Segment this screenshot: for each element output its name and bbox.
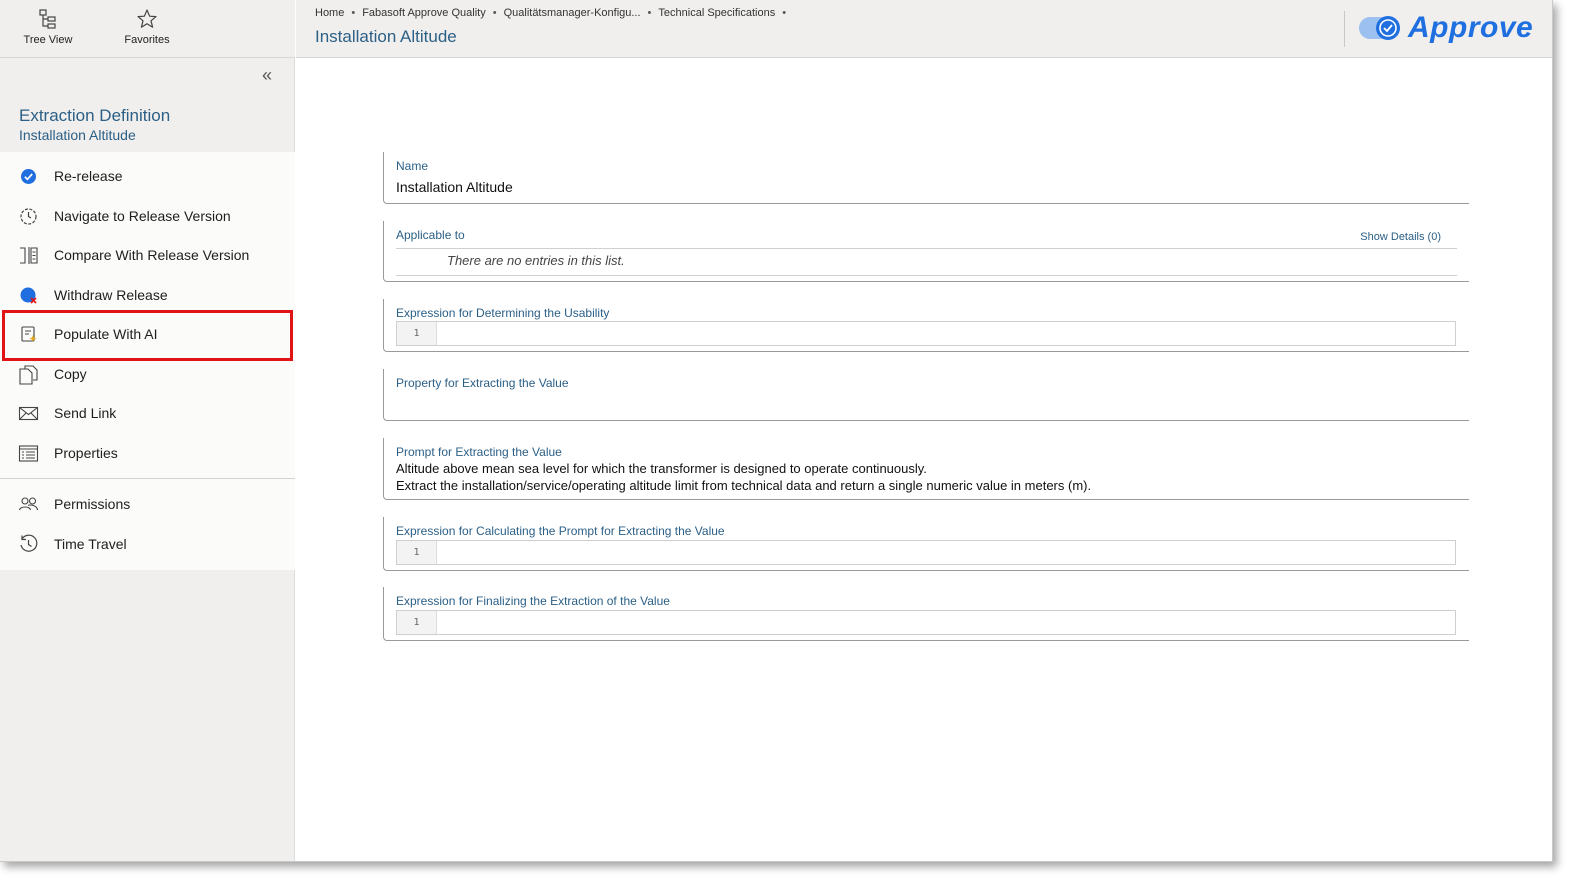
- code-editor-prompt-calc[interactable]: 1: [396, 540, 1456, 565]
- favorites-label: Favorites: [124, 34, 170, 46]
- time-travel-icon: [20, 534, 38, 552]
- compare-icon: [20, 247, 38, 264]
- collapse-sidebar-button[interactable]: «: [256, 66, 278, 86]
- list-divider: [396, 248, 1457, 249]
- action-properties[interactable]: Properties: [0, 434, 295, 472]
- sidebar: Tree View Favorites « Extraction Definit…: [0, 0, 295, 861]
- code-editor-finalize[interactable]: 1: [396, 610, 1456, 635]
- action-withdraw-release[interactable]: Withdraw Release: [0, 276, 295, 314]
- code-editor-usability[interactable]: 1: [396, 321, 1456, 346]
- action-label: Properties: [54, 445, 118, 461]
- action-populate-with-ai[interactable]: Populate With AI: [0, 315, 295, 353]
- clock-navigate-icon: [20, 208, 37, 225]
- action-label: Re-release: [54, 168, 123, 184]
- breadcrumb-home[interactable]: Home: [315, 7, 344, 19]
- action-label: Time Travel: [54, 536, 127, 552]
- breadcrumb-separator: •: [351, 7, 356, 19]
- line-number: 1: [397, 541, 437, 564]
- prompt-line: Extract the installation/service/operati…: [396, 478, 1092, 493]
- field-finalize-expression: Expression for Finalizing the Extraction…: [383, 587, 1469, 641]
- check-circle-icon: [21, 169, 36, 184]
- field-property-extract[interactable]: Property for Extracting the Value: [383, 369, 1469, 421]
- field-label: Expression for Determining the Usability: [396, 306, 610, 320]
- action-label: Navigate to Release Version: [54, 208, 231, 224]
- field-prompt-calc-expression: Expression for Calculating the Prompt fo…: [383, 517, 1469, 571]
- breadcrumb-separator: •: [782, 7, 787, 19]
- field-prompt-extract[interactable]: Prompt for Extracting the Value Altitude…: [383, 438, 1469, 500]
- prompt-line: Altitude above mean sea level for which …: [396, 461, 927, 476]
- breadcrumb-separator: •: [492, 7, 497, 19]
- action-permissions[interactable]: Permissions: [0, 485, 295, 523]
- properties-icon: [18, 445, 39, 462]
- people-icon: [18, 497, 39, 511]
- sidebar-top-bar: Tree View Favorites: [0, 0, 295, 58]
- action-navigate-release-version[interactable]: Navigate to Release Version: [0, 197, 295, 235]
- field-label: Prompt for Extracting the Value: [396, 445, 562, 459]
- breadcrumb: Home • Fabasoft Approve Quality • Qualitätsm…: [315, 7, 793, 19]
- line-number: 1: [397, 611, 437, 634]
- field-label: Expression for Calculating the Prompt fo…: [396, 524, 725, 538]
- logo-divider: [1344, 11, 1345, 47]
- header: Home • Fabasoft Approve Quality • Qualitätsm…: [296, 0, 1552, 58]
- tree-view-icon: [39, 9, 56, 29]
- prompt-text: Altitude above mean sea level for which …: [396, 460, 1091, 494]
- approve-logo[interactable]: Approve: [1358, 10, 1538, 46]
- favorites-button[interactable]: Favorites: [107, 6, 187, 52]
- approve-logo-text: Approve: [1408, 11, 1534, 44]
- page-title: Installation Altitude: [315, 27, 457, 46]
- field-label: Name: [396, 159, 429, 173]
- field-name[interactable]: Name Installation Altitude: [383, 152, 1469, 204]
- action-label: Populate With AI: [54, 326, 158, 342]
- action-list: Re-release Navigate to Release Version C…: [0, 152, 295, 570]
- action-copy[interactable]: Copy: [0, 355, 295, 393]
- action-label: Send Link: [54, 405, 117, 421]
- action-compare-release-version[interactable]: Compare With Release Version: [0, 236, 295, 274]
- field-label: Property for Extracting the Value: [396, 376, 569, 390]
- action-label: Permissions: [54, 496, 131, 512]
- action-label: Copy: [54, 366, 87, 382]
- field-value: Installation Altitude: [396, 179, 513, 195]
- tree-view-label: Tree View: [23, 34, 73, 46]
- field-usability-expression: Expression for Determining the Usability…: [383, 299, 1469, 352]
- action-time-travel[interactable]: Time Travel: [0, 525, 295, 563]
- empty-list-text: There are no entries in this list.: [447, 253, 625, 268]
- line-number: 1: [397, 322, 437, 345]
- show-details-link[interactable]: Show Details (0): [1360, 231, 1441, 243]
- field-applicable-to[interactable]: Applicable to Show Details (0) There are…: [383, 221, 1469, 282]
- tree-view-button[interactable]: Tree View: [8, 6, 88, 52]
- breadcrumb-separator: •: [647, 7, 652, 19]
- withdraw-icon: [20, 287, 37, 304]
- app-window: Tree View Favorites « Extraction Definit…: [0, 0, 1553, 862]
- object-header: Extraction Definition Installation Altit…: [19, 106, 170, 143]
- action-divider: [0, 478, 295, 479]
- ai-populate-icon: [21, 326, 37, 342]
- breadcrumb-fabasoft-approve-quality[interactable]: Fabasoft Approve Quality: [362, 7, 486, 19]
- breadcrumb-technical-specifications[interactable]: Technical Specifications: [658, 7, 775, 19]
- copy-icon: [19, 365, 38, 385]
- action-label: Withdraw Release: [54, 287, 168, 303]
- object-type: Extraction Definition: [19, 106, 171, 125]
- action-send-link[interactable]: Send Link: [0, 394, 295, 432]
- envelope-icon: [18, 406, 39, 421]
- star-icon: [137, 9, 157, 28]
- action-label: Compare With Release Version: [54, 247, 250, 263]
- approve-logo-icon: [1359, 16, 1400, 40]
- field-label: Applicable to: [396, 228, 465, 242]
- object-name: Installation Altitude: [19, 127, 136, 143]
- field-label: Expression for Finalizing the Extraction…: [396, 594, 670, 608]
- breadcrumb-qualitaetsmanager[interactable]: Qualitätsmanager-Konfigu...: [504, 7, 641, 19]
- list-divider: [396, 275, 1457, 276]
- action-re-release[interactable]: Re-release: [0, 157, 295, 195]
